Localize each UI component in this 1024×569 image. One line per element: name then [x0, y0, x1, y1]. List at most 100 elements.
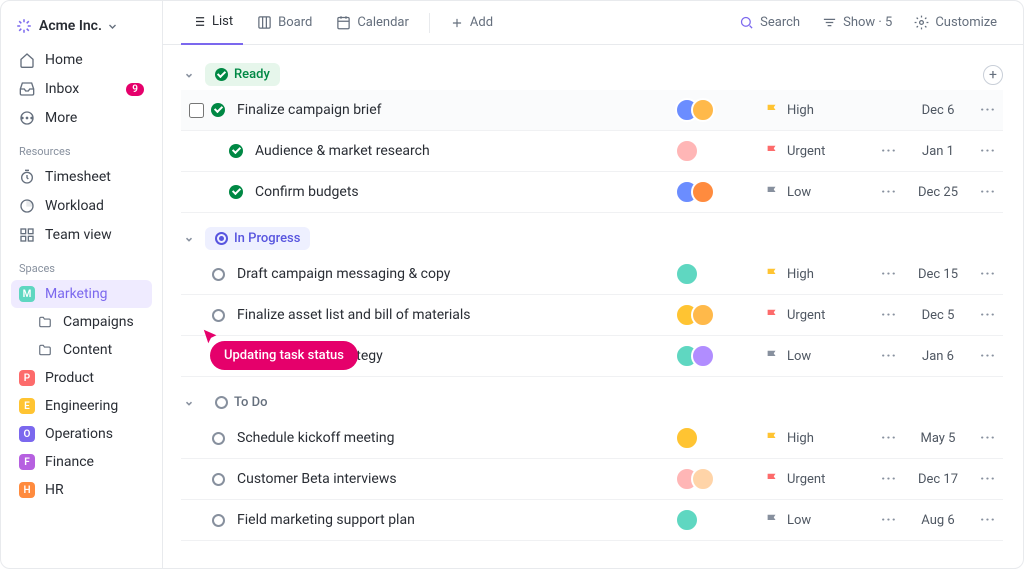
- nav-workload[interactable]: Workload: [11, 192, 152, 220]
- customize-button[interactable]: Customize: [906, 11, 1005, 34]
- task-row[interactable]: Field marketing support planLow···Aug 6·…: [181, 500, 1003, 541]
- row-actions[interactable]: ···: [973, 143, 1003, 159]
- caret-icon[interactable]: [181, 395, 197, 411]
- row-actions[interactable]: ···: [973, 348, 1003, 364]
- space-finance[interactable]: FFinance: [11, 448, 152, 476]
- avatar[interactable]: [675, 508, 699, 532]
- add-task-button[interactable]: +: [983, 65, 1003, 85]
- avatar[interactable]: [691, 344, 715, 368]
- avatar[interactable]: [691, 467, 715, 491]
- assignees[interactable]: [675, 139, 765, 163]
- avatar[interactable]: [691, 180, 715, 204]
- priority[interactable]: High: [765, 431, 875, 446]
- folder-campaigns[interactable]: Campaigns: [11, 308, 152, 336]
- search-button[interactable]: Search: [731, 11, 808, 34]
- due-date[interactable]: Dec 25: [903, 185, 973, 200]
- row-actions[interactable]: ···: [973, 184, 1003, 200]
- due-date[interactable]: Aug 6: [903, 513, 973, 528]
- due-date[interactable]: Dec 6: [903, 103, 973, 118]
- tab-add[interactable]: Add: [440, 1, 503, 45]
- assignees[interactable]: [675, 303, 765, 327]
- avatar[interactable]: [691, 98, 715, 122]
- row-menu[interactable]: ···: [875, 471, 903, 487]
- avatar[interactable]: [675, 262, 699, 286]
- caret-icon[interactable]: [181, 67, 197, 83]
- status-circle[interactable]: [209, 511, 227, 529]
- due-date[interactable]: Jan 6: [903, 349, 973, 364]
- priority[interactable]: High: [765, 267, 875, 282]
- status-circle[interactable]: [209, 306, 227, 324]
- due-date[interactable]: Dec 5: [903, 308, 973, 323]
- due-date[interactable]: Dec 15: [903, 267, 973, 282]
- space-marketing[interactable]: MMarketing: [11, 280, 152, 308]
- nav-home[interactable]: Home: [11, 46, 152, 74]
- priority[interactable]: Low: [765, 513, 875, 528]
- priority[interactable]: Low: [765, 185, 875, 200]
- nav-inbox[interactable]: Inbox 9: [11, 75, 152, 103]
- task-row[interactable]: Confirm budgetsLow···Dec 25···: [181, 172, 1003, 213]
- row-actions[interactable]: ···: [973, 471, 1003, 487]
- row-actions[interactable]: ···: [973, 307, 1003, 323]
- nav-team-view[interactable]: Team view: [11, 221, 152, 249]
- status-circle[interactable]: [227, 142, 245, 160]
- space-product[interactable]: PProduct: [11, 364, 152, 392]
- workspace-switcher[interactable]: Acme Inc.: [11, 13, 152, 45]
- tab-calendar[interactable]: Calendar: [326, 1, 419, 45]
- folder-content[interactable]: Content: [11, 336, 152, 364]
- assignees[interactable]: [675, 508, 765, 532]
- assignees[interactable]: [675, 180, 765, 204]
- task-row[interactable]: Finalize asset list and bill of material…: [181, 295, 1003, 336]
- row-menu[interactable]: ···: [875, 430, 903, 446]
- tab-list[interactable]: List: [181, 1, 243, 45]
- task-row[interactable]: Audience & market researchUrgent···Jan 1…: [181, 131, 1003, 172]
- task-row[interactable]: Schedule kickoff meetingHigh···May 5···: [181, 418, 1003, 459]
- row-menu[interactable]: ···: [875, 348, 903, 364]
- checkbox[interactable]: [187, 101, 205, 119]
- space-hr[interactable]: HHR: [11, 476, 152, 504]
- row-menu[interactable]: ···: [875, 307, 903, 323]
- row-menu[interactable]: ···: [875, 143, 903, 159]
- status-circle[interactable]: [209, 347, 227, 365]
- priority[interactable]: High: [765, 103, 875, 118]
- due-date[interactable]: Dec 17: [903, 472, 973, 487]
- nav-more[interactable]: More: [11, 104, 152, 132]
- assignees[interactable]: [675, 467, 765, 491]
- status-circle[interactable]: [209, 429, 227, 447]
- task-row[interactable]: Customer Beta interviewsUrgent···Dec 17·…: [181, 459, 1003, 500]
- row-actions[interactable]: ···: [973, 102, 1003, 118]
- task-row[interactable]: Define channel strategyLow···Jan 6···: [181, 336, 1003, 377]
- task-row[interactable]: Finalize campaign briefHighDec 6···: [181, 90, 1003, 131]
- priority[interactable]: Low: [765, 349, 875, 364]
- assignees[interactable]: [675, 98, 765, 122]
- avatar[interactable]: [691, 303, 715, 327]
- due-date[interactable]: Jan 1: [903, 144, 973, 159]
- priority[interactable]: Urgent: [765, 144, 875, 159]
- space-engineering[interactable]: EEngineering: [11, 392, 152, 420]
- priority[interactable]: Urgent: [765, 308, 875, 323]
- nav-timesheet[interactable]: Timesheet: [11, 163, 152, 191]
- row-actions[interactable]: ···: [973, 512, 1003, 528]
- row-menu[interactable]: ···: [875, 184, 903, 200]
- status-circle[interactable]: [227, 183, 245, 201]
- status-circle[interactable]: [209, 101, 227, 119]
- assignees[interactable]: [675, 344, 765, 368]
- assignees[interactable]: [675, 426, 765, 450]
- avatar[interactable]: [675, 426, 699, 450]
- status-pill[interactable]: To Do: [205, 391, 278, 414]
- show-button[interactable]: Show · 5: [814, 11, 900, 34]
- space-operations[interactable]: OOperations: [11, 420, 152, 448]
- task-row[interactable]: Draft campaign messaging & copyHigh···De…: [181, 254, 1003, 295]
- status-circle[interactable]: [209, 265, 227, 283]
- tab-board[interactable]: Board: [247, 1, 322, 45]
- row-actions[interactable]: ···: [973, 266, 1003, 282]
- due-date[interactable]: May 5: [903, 431, 973, 446]
- status-pill[interactable]: In Progress: [205, 227, 310, 250]
- row-menu[interactable]: ···: [875, 512, 903, 528]
- caret-icon[interactable]: [181, 231, 197, 247]
- status-pill[interactable]: Ready: [205, 63, 280, 86]
- row-actions[interactable]: ···: [973, 430, 1003, 446]
- row-menu[interactable]: ···: [875, 266, 903, 282]
- assignees[interactable]: [675, 262, 765, 286]
- priority[interactable]: Urgent: [765, 472, 875, 487]
- avatar[interactable]: [675, 139, 699, 163]
